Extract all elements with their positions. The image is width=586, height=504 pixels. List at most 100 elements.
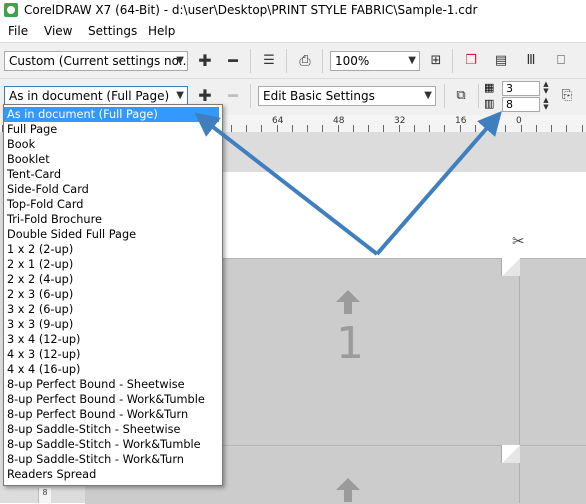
dropdown-option[interactable]: 3 x 3 (9-up) [4,317,219,332]
ruler-tick [429,125,430,132]
ruler-tick [231,125,232,132]
preset-select[interactable]: Custom (Current settings no... ▼ [4,51,188,71]
ruler-tick [582,125,583,132]
fold-corner-icon [501,258,520,276]
add-preset-button[interactable]: ✚ [194,50,216,72]
ruler-tick [353,125,354,132]
rows-grid-icon: ▤ [494,53,508,68]
show-columns-button[interactable]: Ⅲ [520,50,542,72]
remove-icon: ━ [228,86,238,105]
ruler-tick [292,125,293,132]
template-icon: ⎘ [561,88,573,103]
dropdown-option[interactable]: Readers Spread [4,467,219,482]
ruler-tick [399,125,400,132]
dropdown-option[interactable]: Full Page [4,122,219,137]
ruler-tick [536,125,537,132]
ruler-tick [322,125,323,132]
flip-button[interactable]: ⧉ [450,85,472,107]
dropdown-option[interactable]: 8-up Perfect Bound - Work&Tumble [4,392,219,407]
dropdown-option[interactable]: 3 x 4 (12-up) [4,332,219,347]
page-options-button[interactable]: ⎕ [550,50,572,72]
chevron-down-icon: ▼ [424,90,432,101]
columns-spinner-buttons[interactable]: ▲ ▼ [541,97,551,111]
dropdown-option[interactable]: Tri-Fold Brochure [4,212,219,227]
remove-preset-button[interactable]: ━ [222,50,244,72]
preset-select-value: Custom (Current settings no... [9,54,188,68]
remove-layout-button[interactable]: ━ [222,85,244,107]
add-icon: ✚ [198,86,212,105]
fold-corner-icon [501,445,520,463]
print-options-button[interactable]: ☰ [258,50,280,72]
print-toolbar: Custom (Current settings no... ▼ ✚ ━ ☰ ⎙… [0,42,586,79]
ruler-tick [414,125,415,132]
dropdown-option[interactable]: 3 x 2 (6-up) [4,302,219,317]
dropdown-option[interactable]: Tent-Card [4,167,219,182]
toolbar-separator [322,49,323,73]
print-button[interactable]: ⎙ [294,50,316,72]
columns-grid-icon: ▥ [484,97,495,110]
app-icon [4,3,18,17]
dropdown-option[interactable]: 8-up Saddle-Stitch - Work&Tumble [4,437,219,452]
columns-spinner[interactable]: 8 [502,97,540,112]
dropdown-option[interactable]: Booklet [4,152,219,167]
dropdown-option[interactable]: 1 x 2 (2-up) [4,242,219,257]
dropdown-option[interactable]: 2 x 3 (6-up) [4,287,219,302]
scissors-icon[interactable]: ✂ [512,232,525,250]
dropdown-option[interactable]: 8-up Saddle-Stitch - Work&Turn [4,452,219,467]
rows-grid-icon: ▦ [484,81,495,94]
edit-settings-select[interactable]: Edit Basic Settings ▼ [258,86,436,106]
checklist-icon: ☰ [263,53,275,68]
orientation-arrow-icon [336,478,360,490]
page-divider [519,258,520,503]
toolbar-separator [250,84,251,108]
color-separations-button[interactable]: ❐ [460,50,482,72]
toolbar-separator [444,84,445,108]
show-rows-button[interactable]: ▤ [490,50,512,72]
dropdown-option[interactable]: 2 x 2 (4-up) [4,272,219,287]
chevron-down-icon: ▼ [176,55,184,66]
menu-view[interactable]: View [44,24,72,38]
fit-page-icon: ⊞ [430,53,442,68]
title-bar: CorelDRAW X7 (64-Bit) - d:\user\Desktop\… [0,0,586,21]
toolbar-separator [478,84,479,108]
dropdown-option[interactable]: Double Sided Full Page [4,227,219,242]
print-icon: ⎙ [299,53,311,69]
toolbar-separator [452,49,453,73]
page-settings-button[interactable]: ⎘ [556,85,578,107]
orientation-arrow-icon [336,290,360,302]
dropdown-option[interactable]: Side-Fold Card [4,182,219,197]
ruler-tick [475,125,476,132]
rows-spinner[interactable]: 3 [502,81,540,96]
vertical-ruler[interactable]: 8 [38,488,51,503]
dropdown-option[interactable]: 8-up Perfect Bound - Work&Turn [4,407,219,422]
layout-select[interactable]: As in document (Full Page) ▼ [4,86,188,106]
vertical-ruler-label: 8 [42,488,48,497]
ruler-tick [307,125,308,132]
zoom-select[interactable]: 100% ▼ [330,51,420,71]
dropdown-option[interactable]: As in document (Full Page) [4,107,219,122]
columns-value: 8 [506,98,513,111]
ruler-tick [460,125,461,132]
flip-icon: ⧉ [456,88,466,103]
chevron-down-icon: ▼ [176,90,184,101]
fit-page-button[interactable]: ⊞ [425,50,447,72]
dropdown-option[interactable]: Top-Fold Card [4,197,219,212]
ruler-tick [277,125,278,132]
dropdown-option[interactable]: 4 x 4 (16-up) [4,362,219,377]
dropdown-option[interactable]: Book [4,137,219,152]
ruler-tick [383,125,384,132]
menu-settings[interactable]: Settings [88,24,137,38]
rows-spinner-buttons[interactable]: ▲ ▼ [541,81,551,95]
dropdown-option[interactable]: 8-up Perfect Bound - Sheetwise [4,377,219,392]
ruler-tick [505,125,506,132]
dropdown-option[interactable]: 2 x 1 (2-up) [4,257,219,272]
ruler-tick [566,125,567,132]
menu-help[interactable]: Help [148,24,175,38]
rows-value: 3 [506,82,513,95]
columns-grid-icon: Ⅲ [526,53,536,68]
ruler-tick [368,125,369,132]
dropdown-option[interactable]: 4 x 3 (12-up) [4,347,219,362]
page-number: 1 [336,318,364,369]
menu-file[interactable]: File [8,24,28,38]
dropdown-option[interactable]: 8-up Saddle-Stitch - Sheetwise [4,422,219,437]
